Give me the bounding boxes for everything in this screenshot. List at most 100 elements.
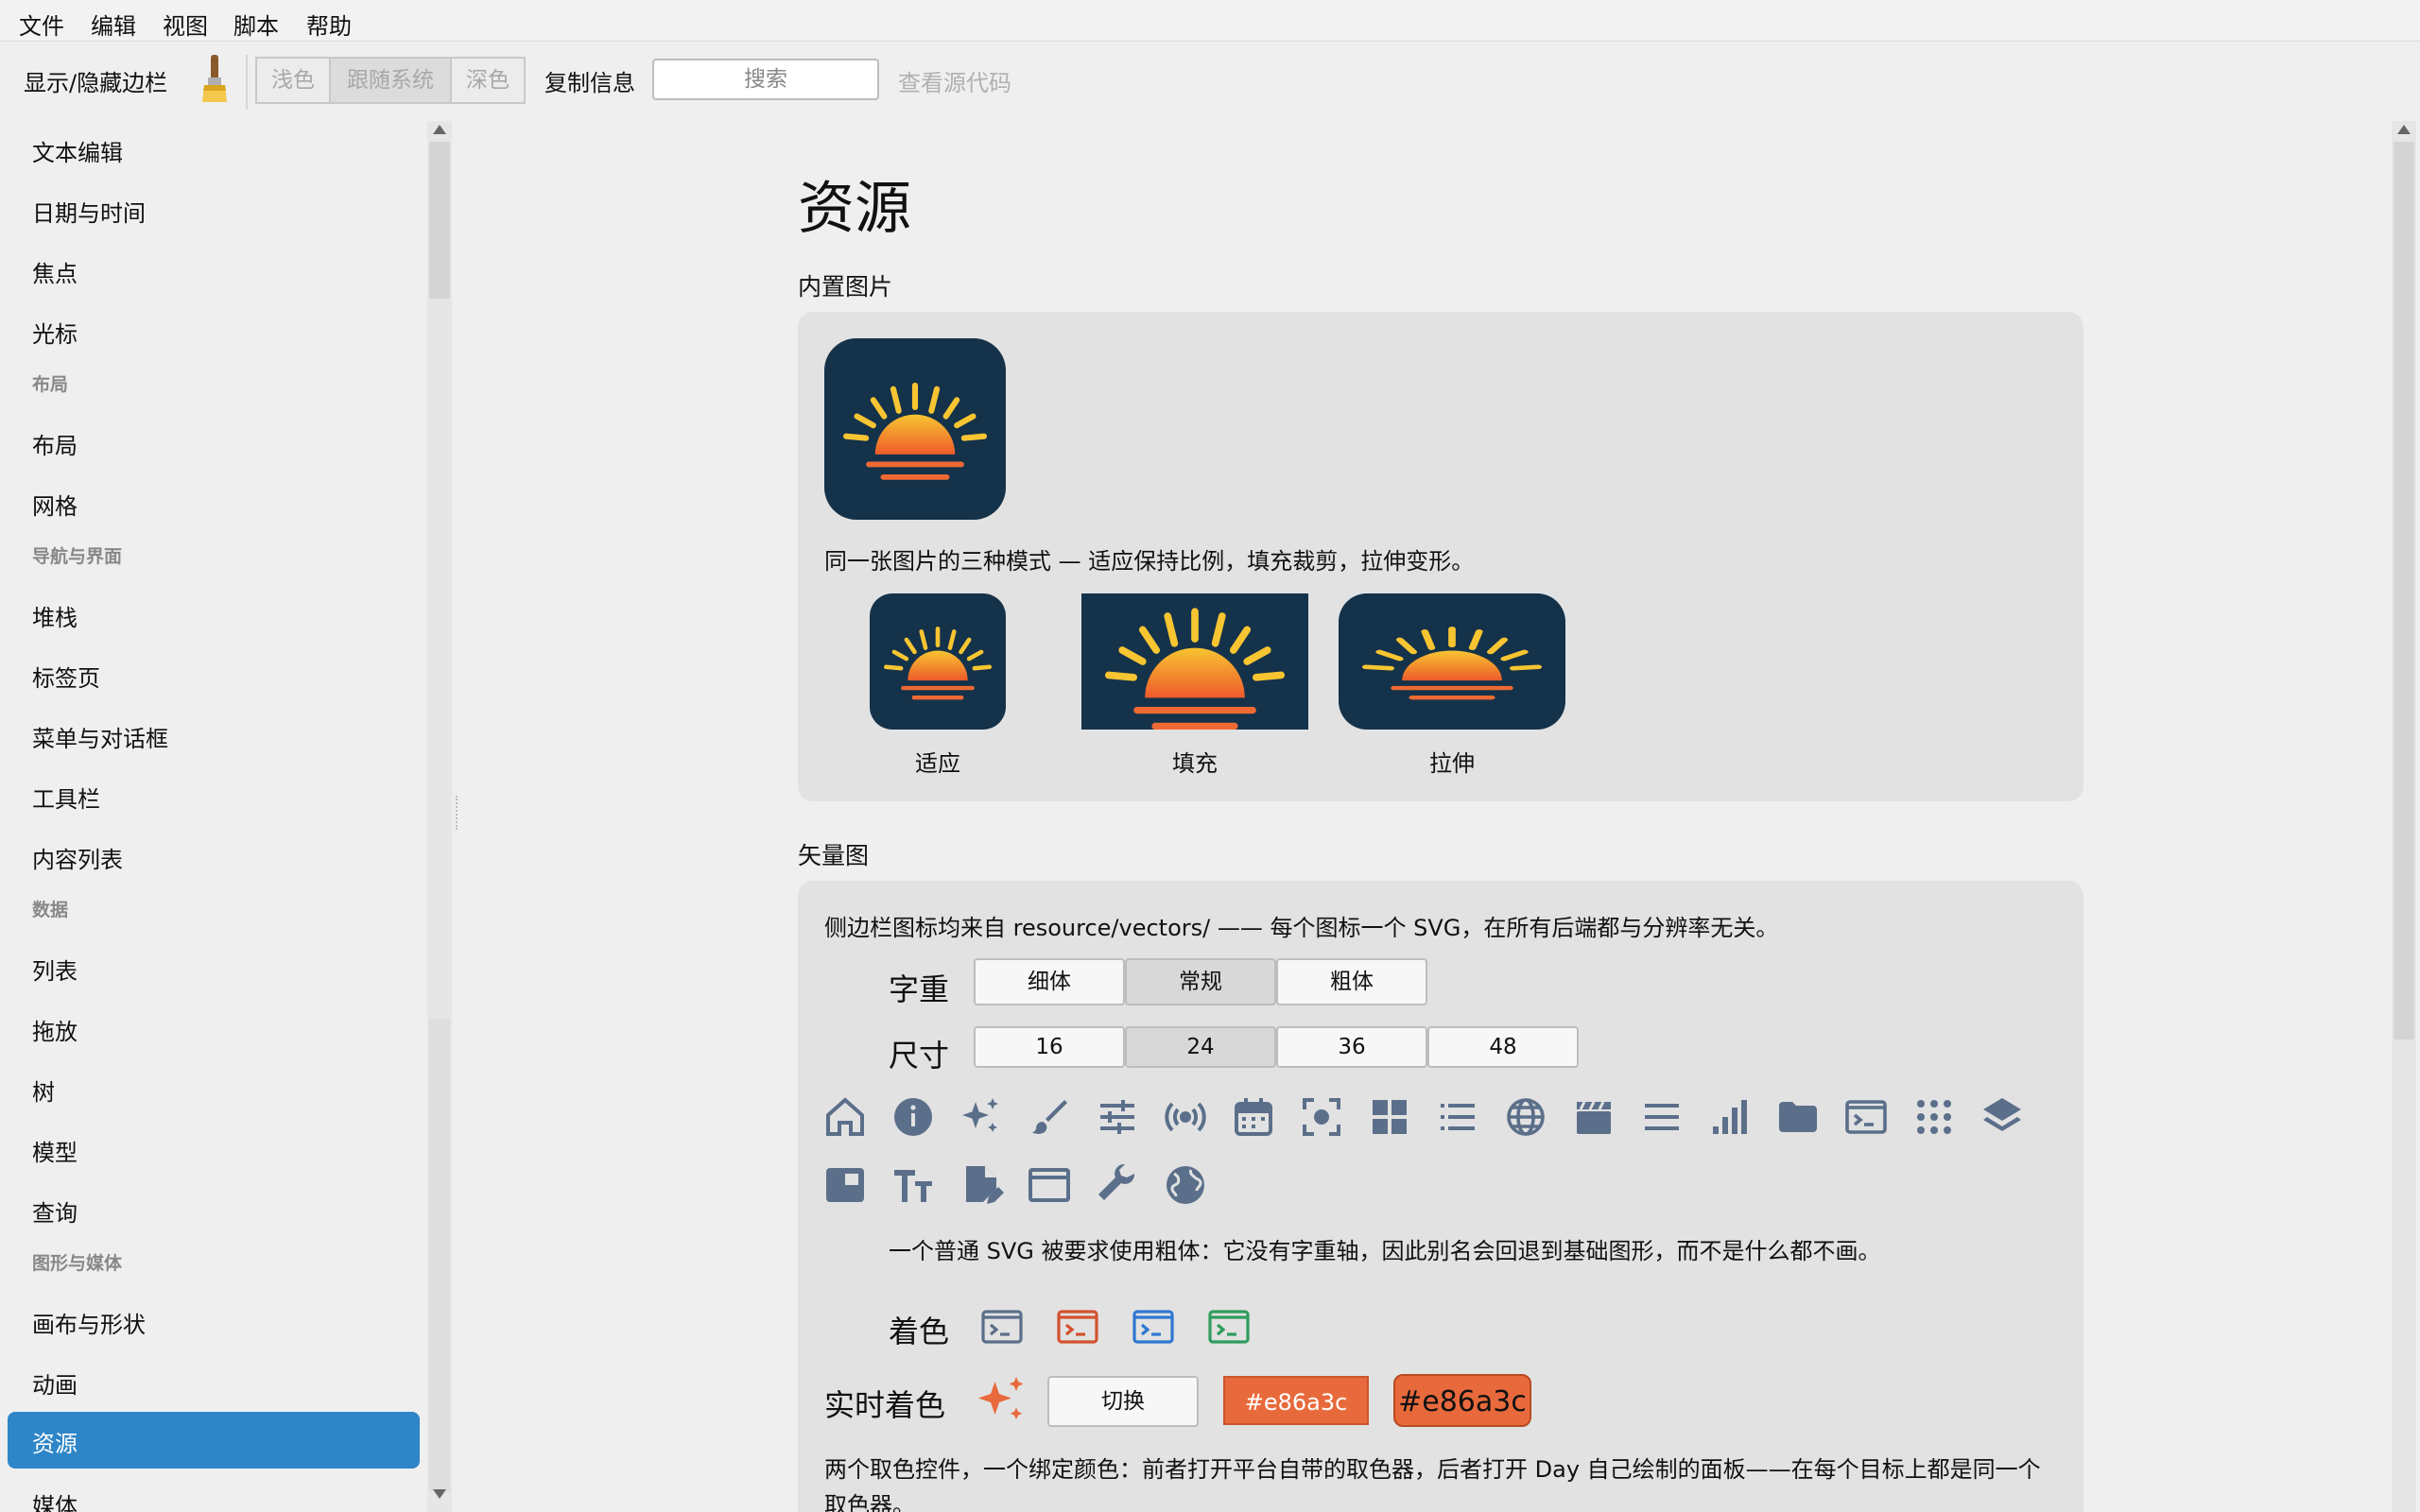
size-36-button[interactable]: 36: [1276, 1026, 1427, 1068]
stretch-mode-image: [1339, 593, 1565, 730]
sidebar-item-media[interactable]: 媒体: [32, 1487, 78, 1512]
sunrise-image: [824, 338, 1006, 520]
theme-light-button[interactable]: 浅色: [255, 57, 331, 104]
fill-mode-image: [1081, 593, 1308, 730]
terminal-tint-green-icon: [1206, 1304, 1252, 1349]
size-label: 尺寸: [889, 1038, 950, 1074]
native-color-picker[interactable]: #e86a3c: [1223, 1376, 1369, 1425]
menu-view[interactable]: 视图: [163, 8, 208, 41]
terminal-tint-orange-icon: [1055, 1304, 1100, 1349]
bar-chart-icon: [1707, 1094, 1753, 1140]
toggle-tint-button[interactable]: 切换: [1047, 1376, 1199, 1427]
earth-icon: [1163, 1162, 1208, 1208]
list-icon: [1435, 1094, 1480, 1140]
content-scrollbar[interactable]: [2392, 121, 2416, 1512]
sidebar-item-grid[interactable]: 网格: [32, 488, 78, 521]
sidebar-item-label: 资源: [32, 1431, 78, 1457]
sidebar-item-animation[interactable]: 动画: [32, 1366, 78, 1400]
folder-icon: [1775, 1094, 1821, 1140]
wrench-icon: [1095, 1162, 1140, 1208]
toggle-sidebar-button[interactable]: 显示/隐藏边栏: [24, 64, 167, 97]
menu-help[interactable]: 帮助: [306, 8, 352, 41]
sidebar-item-query[interactable]: 查询: [32, 1194, 78, 1228]
fit-mode-label: 适应: [915, 750, 960, 777]
sidebar-item-focus[interactable]: 焦点: [32, 255, 78, 288]
picker-note: 两个取色控件，一个绑定颜色：前者打开平台自带的取色器，后者打开 Day 自己绘制…: [824, 1456, 2041, 1512]
sidebar-item-date-time[interactable]: 日期与时间: [32, 195, 146, 228]
sidebar-scroll-track: [429, 1019, 450, 1491]
sidebar-header-navigation: 导航与界面: [32, 546, 123, 567]
sidebar-scroll-thumb[interactable]: [429, 142, 450, 299]
size-16-button[interactable]: 16: [974, 1026, 1125, 1068]
globe-icon: [1503, 1094, 1548, 1140]
sidebar: 文本编辑 日期与时间 焦点 光标 布局 布局 网格 导航与界面 堆栈 标签页 菜…: [0, 121, 427, 1512]
modes-caption: 同一张图片的三种模式 — 适应保持比例，填充裁剪，拉伸变形。: [824, 548, 1475, 575]
sidebar-header-layout: 布局: [32, 374, 69, 395]
sidebar-item-cursor[interactable]: 光标: [32, 316, 78, 349]
text-size-icon: [890, 1162, 936, 1208]
sidebar-item-tabs[interactable]: 标签页: [32, 660, 100, 693]
scroll-down-arrow-icon[interactable]: [433, 1489, 446, 1499]
weight-regular-button[interactable]: 常规: [1125, 958, 1276, 1005]
sidebar-item-list[interactable]: 列表: [32, 953, 78, 986]
clapperboard-icon: [1571, 1094, 1616, 1140]
sidebar-item-text-edit[interactable]: 文本编辑: [32, 134, 123, 167]
vectors-caption: 侧边栏图标均来自 resource/vectors/ —— 每个图标一个 SVG…: [824, 915, 1779, 941]
brush-icon: [1027, 1094, 1072, 1140]
content-scroll-thumb[interactable]: [2394, 142, 2414, 1040]
theme-system-button[interactable]: 跟随系统: [329, 57, 452, 104]
theme-dark-button[interactable]: 深色: [450, 57, 526, 104]
live-tint-label: 实时着色: [824, 1387, 946, 1423]
vectors-panel: 侧边栏图标均来自 resource/vectors/ —— 每个图标一个 SVG…: [798, 881, 2083, 1512]
terminal-icon: [1843, 1094, 1889, 1140]
sparkles-icon: [959, 1094, 1004, 1140]
sidebar-item-menus-dialogs[interactable]: 菜单与对话框: [32, 720, 168, 753]
stretch-mode-label: 拉伸: [1429, 750, 1475, 777]
calendar-icon: [1231, 1094, 1276, 1140]
sidebar-scrollbar[interactable]: [427, 121, 452, 1512]
section-title-vectors: 矢量图: [798, 842, 870, 869]
terminal-tint-blue-icon: [1131, 1304, 1176, 1349]
builtin-images-panel: 同一张图片的三种模式 — 适应保持比例，填充裁剪，拉伸变形。 适应 填充 拉伸: [798, 312, 2083, 801]
copy-info-button[interactable]: 复制信息: [544, 64, 635, 97]
sidebar-item-drag-drop[interactable]: 拖放: [32, 1013, 78, 1046]
menu-icon: [1639, 1094, 1685, 1140]
weight-label: 字重: [889, 971, 950, 1007]
size-24-button[interactable]: 24: [1125, 1026, 1276, 1068]
sidebar-item-content-list[interactable]: 内容列表: [32, 841, 123, 874]
menu-bar: 文件 编辑 视图 脚本 帮助: [0, 0, 2420, 42]
content-scroll-up-arrow-icon[interactable]: [2397, 125, 2411, 134]
sidebar-header-data: 数据: [32, 900, 69, 920]
paint-brush-icon[interactable]: [199, 53, 231, 106]
terminal-tint-slate-icon: [979, 1304, 1025, 1349]
day-color-picker[interactable]: #e86a3c: [1393, 1374, 1531, 1427]
sidebar-item-toolbar[interactable]: 工具栏: [32, 781, 100, 814]
sidebar-item-layout[interactable]: 布局: [32, 427, 78, 460]
sidebar-item-tree[interactable]: 树: [32, 1074, 55, 1107]
menu-script[interactable]: 脚本: [233, 8, 279, 41]
sidebar-item-stack[interactable]: 堆栈: [32, 599, 78, 632]
sidebar-header-graphics: 图形与媒体: [32, 1253, 123, 1274]
dots-grid-icon: [1911, 1094, 1957, 1140]
menu-edit[interactable]: 编辑: [91, 8, 136, 41]
focus-icon: [1299, 1094, 1344, 1140]
dock-icon: [822, 1162, 868, 1208]
search-input[interactable]: 搜索: [652, 59, 879, 100]
toolbar-separator: [246, 55, 248, 110]
weight-thin-button[interactable]: 细体: [974, 958, 1125, 1005]
size-48-button[interactable]: 48: [1427, 1026, 1579, 1068]
window-icon: [1027, 1162, 1072, 1208]
fill-mode-label: 填充: [1172, 750, 1218, 777]
view-source-button[interactable]: 查看源代码: [898, 64, 1011, 97]
menu-file[interactable]: 文件: [19, 8, 64, 41]
scroll-up-arrow-icon[interactable]: [433, 125, 446, 134]
weight-bold-button[interactable]: 粗体: [1276, 958, 1427, 1005]
document-edit-icon: [959, 1162, 1004, 1208]
sidebar-item-canvas[interactable]: 画布与形状: [32, 1306, 146, 1339]
main-content: 资源 内置图片 同一张图片的三种模式 — 适应保持比例，填充裁剪，拉伸变形。 适…: [459, 121, 2388, 1512]
sidebar-item-model[interactable]: 模型: [32, 1134, 78, 1167]
page-title: 资源: [798, 176, 911, 242]
section-title-builtin: 内置图片: [798, 273, 893, 301]
sliders-icon: [1095, 1094, 1140, 1140]
sidebar-item-resources[interactable]: 资源: [8, 1412, 420, 1469]
